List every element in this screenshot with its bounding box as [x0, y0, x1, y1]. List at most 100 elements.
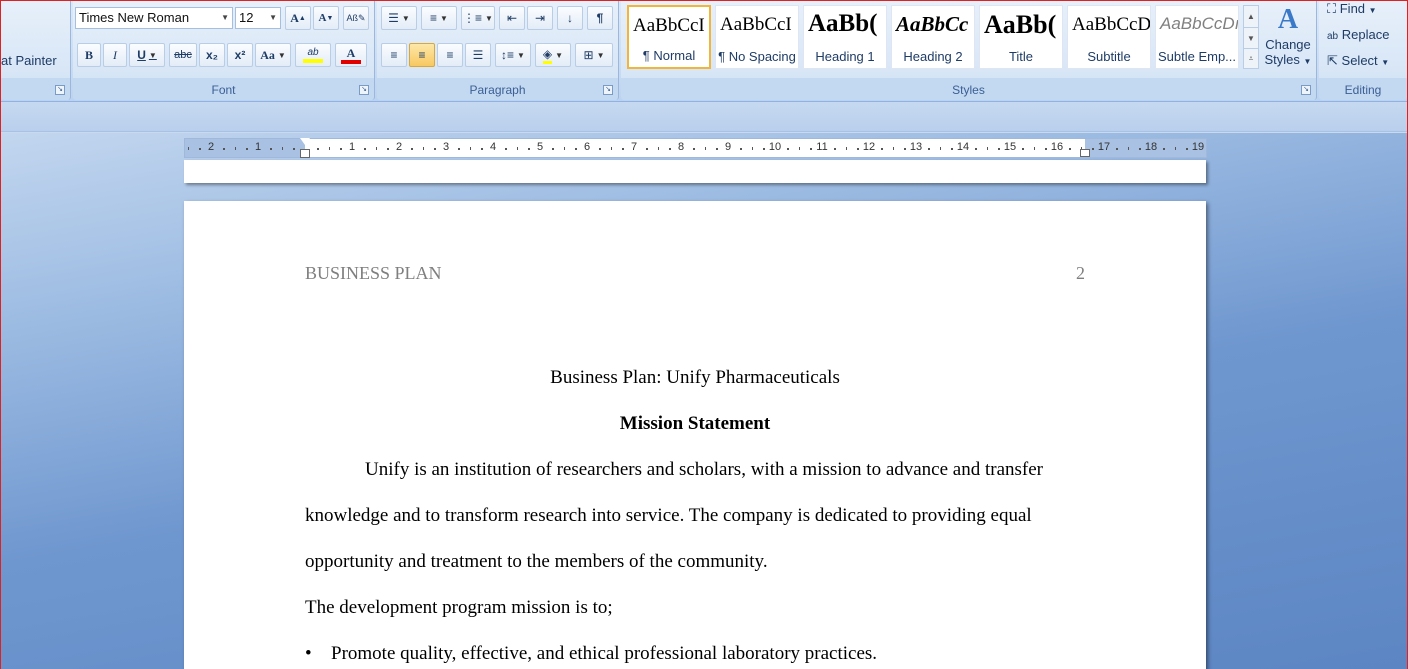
- ruler-number: 10: [768, 141, 782, 153]
- select-label: Select: [1341, 53, 1378, 68]
- ruler-number: 6: [583, 141, 591, 153]
- numbering-button[interactable]: ≡ ▼: [421, 6, 457, 30]
- ruler-tick: [364, 148, 366, 150]
- font-dialog-launcher[interactable]: ↘: [359, 85, 369, 95]
- bullets-button[interactable]: ☰ ▼: [381, 6, 417, 30]
- strikethrough-button[interactable]: abc: [169, 43, 197, 67]
- subscript-button[interactable]: x₂: [199, 43, 225, 67]
- decrease-indent-button[interactable]: ⇤: [499, 6, 525, 30]
- justify-button[interactable]: ☰: [465, 43, 491, 67]
- chevron-down-icon: ▼: [269, 13, 277, 22]
- ruler-tick: [1163, 148, 1165, 150]
- ruler-number: 16: [1050, 141, 1064, 153]
- paragraph-dialog-launcher[interactable]: ↘: [603, 85, 613, 95]
- underline-button[interactable]: U ▼: [129, 43, 165, 67]
- ruler-tick: [458, 148, 460, 150]
- style-subtle-emphasis[interactable]: AaBbCcDı Subtle Emp...: [1155, 5, 1239, 69]
- style-normal[interactable]: AaBbCcI ¶ Normal: [627, 5, 711, 69]
- font-size-combo[interactable]: 12 ▼: [235, 7, 281, 29]
- style-subtitle[interactable]: AaBbCcD Subtitle: [1067, 5, 1151, 69]
- multilevel-list-icon: ⋮≡: [463, 11, 483, 25]
- font-color-button[interactable]: A: [335, 43, 367, 67]
- paragraph-line: opportunity and treatment to the members…: [305, 551, 768, 572]
- format-painter-label: at Painter: [1, 53, 57, 68]
- more-styles-icon[interactable]: ⩡: [1244, 48, 1258, 68]
- style-no-spacing[interactable]: AaBbCcI ¶ No Spacing: [715, 5, 799, 69]
- styles-dialog-launcher[interactable]: ↘: [1301, 85, 1311, 95]
- document-workspace[interactable]: 2 1 1 2 3 4 5 6 7 8 9 10 11 12 13 14 15 16 17 18 19 BUSINESS…: [1, 133, 1407, 669]
- ruler-tick: [411, 148, 413, 150]
- format-painter-button[interactable]: at Painter: [1, 53, 57, 68]
- first-line-indent-marker[interactable]: [300, 138, 310, 145]
- italic-button[interactable]: I: [103, 43, 127, 67]
- ruler-tick: [987, 147, 988, 150]
- borders-button[interactable]: ⊞ ▼: [575, 43, 613, 67]
- pilcrow-icon: ¶: [596, 11, 604, 25]
- justify-icon: ☰: [472, 48, 484, 62]
- replace-button[interactable]: ab Replace: [1327, 27, 1389, 42]
- superscript-button[interactable]: x²: [227, 43, 253, 67]
- ruler-number: 15: [1003, 141, 1017, 153]
- chevron-down-icon: ▼: [1381, 58, 1390, 67]
- style-title[interactable]: AaBb( Title: [979, 5, 1063, 69]
- document-title: Business Plan: Unify Pharmaceuticals: [550, 367, 840, 388]
- document-page[interactable]: BUSINESS PLAN 2 Business Plan: Unify Pha…: [184, 201, 1206, 669]
- replace-icon: ab: [1327, 31, 1339, 42]
- shading-button[interactable]: ◈ ▼: [535, 43, 571, 67]
- show-formatting-button[interactable]: ¶: [587, 6, 613, 30]
- line-spacing-button[interactable]: ↕≡ ▼: [495, 43, 531, 67]
- horizontal-ruler[interactable]: 2 1 1 2 3 4 5 6 7 8 9 10 11 12 13 14 15 16 17 18 19: [184, 138, 1207, 158]
- styles-group: AaBbCcI ¶ Normal AaBbCcI ¶ No Spacing Aa…: [621, 1, 1317, 100]
- style-name: Subtle Emp...: [1157, 49, 1237, 64]
- chevron-down-icon: ▼: [555, 50, 564, 60]
- sort-button[interactable]: ↓: [557, 6, 583, 30]
- paragraph-group: ☰ ▼ ≡ ▼ ⋮≡ ▼ ⇤ ⇥ ↓ ¶ ≡ ≡ ≡ ☰ ↕≡ ▼ ◈ ▼ ⊞ …: [377, 1, 619, 100]
- scroll-up-icon[interactable]: ▲: [1244, 6, 1258, 27]
- scroll-down-icon[interactable]: ▼: [1244, 27, 1258, 48]
- align-center-button[interactable]: ≡: [409, 43, 435, 67]
- change-styles-label: Change: [1265, 37, 1311, 52]
- ruler-tick: [528, 148, 530, 150]
- ruler-tick: [293, 148, 295, 150]
- bold-button[interactable]: B: [77, 43, 101, 67]
- style-heading-1[interactable]: AaBb( Heading 1: [803, 5, 887, 69]
- ruler-tick: [740, 148, 742, 150]
- highlight-button[interactable]: ab: [295, 43, 331, 67]
- find-button[interactable]: ⛶ Find ▼: [1327, 1, 1377, 17]
- change-styles-icon: A: [1277, 4, 1299, 35]
- style-sample: AaBbCcD: [1072, 14, 1151, 35]
- line-spacing-icon: ↕≡: [501, 48, 515, 62]
- bullet-glyph: •: [305, 643, 312, 664]
- previous-page-bottom: [184, 160, 1206, 183]
- chevron-down-icon: ▼: [401, 13, 410, 23]
- shrink-font-button[interactable]: A ▼: [313, 6, 339, 30]
- multilevel-list-button[interactable]: ⋮≡ ▼: [461, 6, 495, 30]
- chevron-down-icon: ▼: [596, 50, 605, 60]
- right-indent-marker[interactable]: [1080, 149, 1090, 157]
- paint-bucket-icon: ◈: [542, 47, 553, 64]
- clear-formatting-button[interactable]: Aß✎: [343, 6, 369, 30]
- ruler-tick: [763, 148, 765, 150]
- grow-font-button[interactable]: A ▲: [285, 6, 311, 30]
- select-button[interactable]: ⇱ Select ▼: [1327, 53, 1389, 69]
- hanging-indent-marker[interactable]: [300, 149, 310, 158]
- clipboard-dialog-launcher[interactable]: ↘: [55, 85, 65, 95]
- ruler-tick: [470, 147, 471, 150]
- increase-indent-button[interactable]: ⇥: [527, 6, 553, 30]
- style-heading-2[interactable]: AaBbCc Heading 2: [891, 5, 975, 69]
- change-case-button[interactable]: Aa ▼: [255, 43, 291, 67]
- ruler-tick: [505, 148, 507, 150]
- change-styles-button[interactable]: A Change Styles ▼: [1261, 3, 1315, 79]
- ruler-tick: [799, 147, 800, 150]
- ruler-tick: [904, 148, 906, 150]
- find-label: Find: [1339, 1, 1366, 16]
- align-left-button[interactable]: ≡: [381, 43, 407, 67]
- ruler-number: 18: [1144, 141, 1158, 153]
- ruler-tick: [998, 148, 1000, 150]
- chevron-down-icon: ▼: [1303, 57, 1312, 66]
- style-sample: AaBbCcI: [633, 15, 705, 36]
- font-color-icon: A: [346, 46, 356, 60]
- align-left-icon: ≡: [390, 48, 398, 62]
- font-name-combo[interactable]: Times New Roman ▼: [75, 7, 233, 29]
- align-right-button[interactable]: ≡: [437, 43, 463, 67]
